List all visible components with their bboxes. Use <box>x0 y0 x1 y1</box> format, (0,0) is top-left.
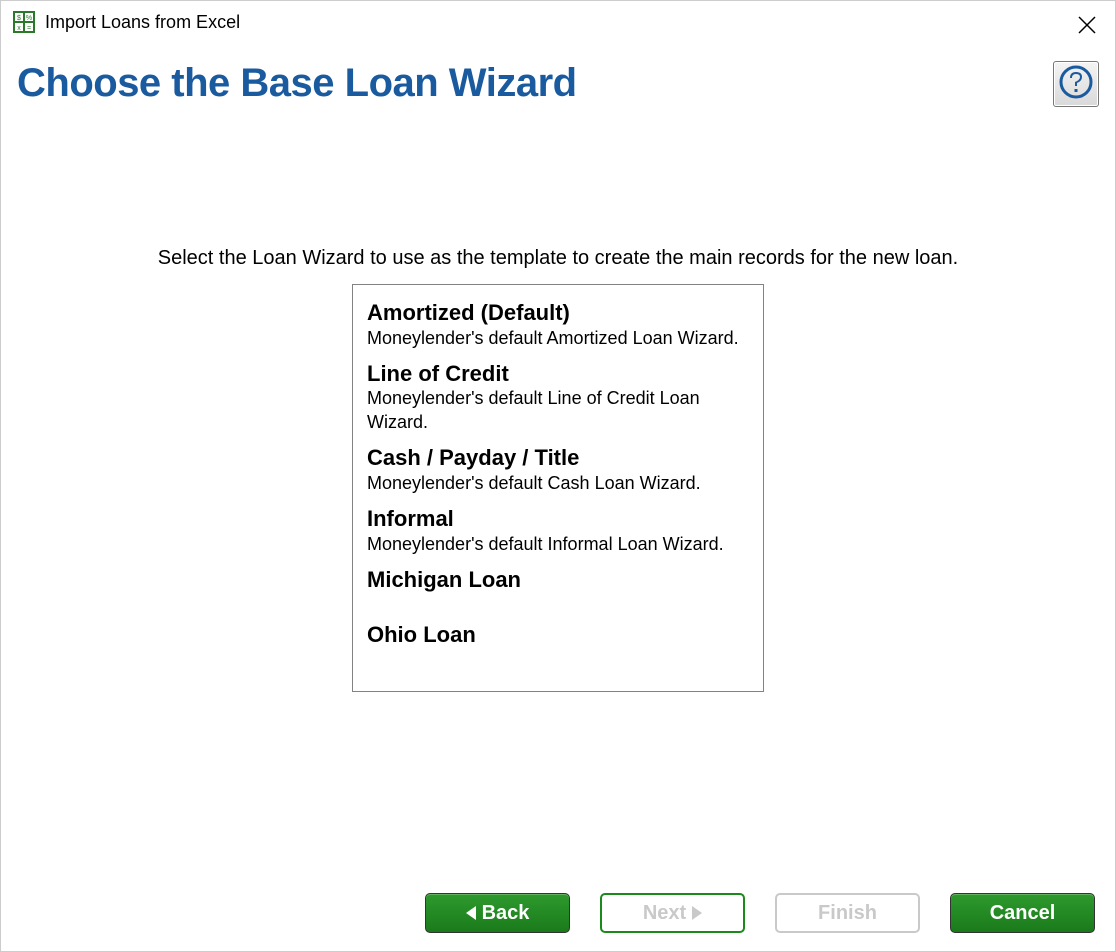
finish-button: Finish <box>775 893 920 933</box>
wizard-list-item[interactable]: Amortized (Default)Moneylender's default… <box>367 295 749 356</box>
next-button[interactable]: Next <box>600 893 745 933</box>
wizard-item-title: Line of Credit <box>367 360 749 388</box>
wizard-item-desc: Moneylender's default Amortized Loan Wiz… <box>367 327 749 350</box>
wizard-item-desc: Moneylender's default Line of Credit Loa… <box>367 387 749 434</box>
header: Choose the Base Loan Wizard <box>1 43 1115 107</box>
wizard-list-item[interactable]: Ohio Loan <box>367 617 749 673</box>
finish-button-label: Finish <box>818 902 877 925</box>
help-button[interactable] <box>1053 61 1099 107</box>
wizard-item-desc <box>367 593 749 611</box>
app-icon: $ % x = <box>13 11 35 33</box>
help-icon <box>1059 65 1093 104</box>
titlebar: $ % x = Import Loans from Excel <box>1 1 1115 43</box>
wizard-item-title: Amortized (Default) <box>367 299 749 327</box>
wizard-listbox[interactable]: Amortized (Default)Moneylender's default… <box>352 284 764 692</box>
wizard-list-item[interactable]: Cash / Payday / TitleMoneylender's defau… <box>367 440 749 501</box>
page-heading: Choose the Base Loan Wizard <box>17 61 577 106</box>
wizard-item-desc: Moneylender's default Cash Loan Wizard. <box>367 472 749 495</box>
window-title: Import Loans from Excel <box>45 12 240 33</box>
svg-text:x: x <box>17 25 21 32</box>
back-button[interactable]: Back <box>425 893 570 933</box>
wizard-item-desc <box>367 649 749 667</box>
wizard-item-title: Informal <box>367 505 749 533</box>
instruction-text: Select the Loan Wizard to use as the tem… <box>1 247 1115 270</box>
wizard-item-title: Ohio Loan <box>367 621 749 649</box>
svg-text:$: $ <box>17 15 21 22</box>
arrow-left-icon <box>466 906 476 920</box>
svg-text:=: = <box>27 25 31 32</box>
back-button-label: Back <box>482 902 530 925</box>
close-button[interactable] <box>1077 15 1097 35</box>
next-button-label: Next <box>643 902 686 925</box>
wizard-item-desc: Moneylender's default Informal Loan Wiza… <box>367 533 749 556</box>
arrow-right-icon <box>692 906 702 920</box>
content-area: Select the Loan Wizard to use as the tem… <box>1 107 1115 692</box>
wizard-list-item[interactable]: Line of CreditMoneylender's default Line… <box>367 356 749 440</box>
wizard-item-title: Cash / Payday / Title <box>367 444 749 472</box>
button-bar: Back Next Finish Cancel <box>425 893 1095 933</box>
wizard-item-title: Michigan Loan <box>367 566 749 594</box>
wizard-list-item[interactable]: InformalMoneylender's default Informal L… <box>367 501 749 562</box>
cancel-button[interactable]: Cancel <box>950 893 1095 933</box>
svg-text:%: % <box>26 15 32 22</box>
wizard-list-item[interactable]: Michigan Loan <box>367 562 749 618</box>
cancel-button-label: Cancel <box>990 902 1056 925</box>
